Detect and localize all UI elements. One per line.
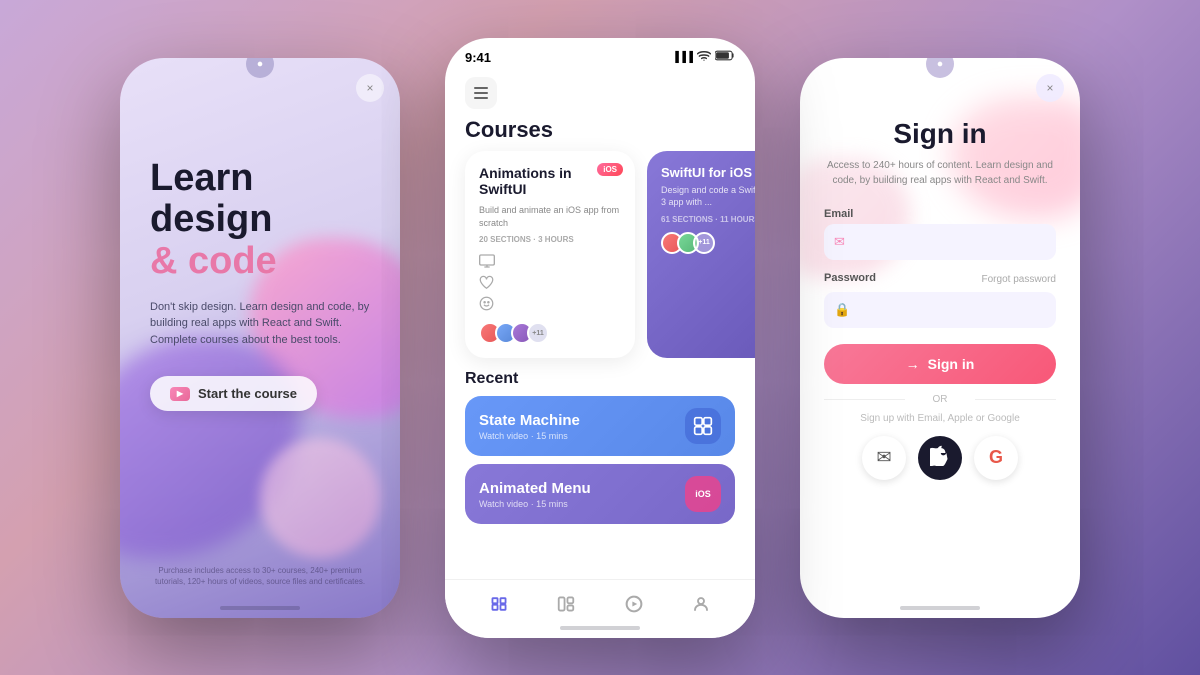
course-desc-2: Design and code a SwiftUI 3 app with ... xyxy=(661,184,755,209)
recent-section: Recent State Machine Watch video · 15 mi… xyxy=(445,358,755,540)
pin-button-left xyxy=(246,58,274,78)
signup-text: Sign up with Email, Apple or Google xyxy=(824,413,1056,424)
phones-container: × Learn design & code Don't skip design.… xyxy=(0,0,1200,675)
phone-left: × Learn design & code Don't skip design.… xyxy=(120,58,400,618)
email-group: Email ✉ xyxy=(824,208,1056,260)
status-time: 9:41 xyxy=(465,50,491,65)
courses-scroll: iOS Animations in SwiftUI Build and anim… xyxy=(445,151,755,359)
google-icon: G xyxy=(989,447,1003,468)
monitor-icon xyxy=(479,254,621,271)
nav-play[interactable] xyxy=(620,590,648,618)
phone-right: × Sign in Access to 240+ hours of conten… xyxy=(800,58,1080,618)
password-group: Password Forgot password 🔒 xyxy=(824,272,1056,328)
recent-card-2[interactable]: Animated Menu Watch video · 15 mins iOS xyxy=(465,464,735,524)
avatar-count: +11 xyxy=(693,232,715,254)
signin-desc: Access to 240+ hours of content. Learn d… xyxy=(824,158,1056,188)
pin-button-right xyxy=(926,58,954,78)
email-social-icon: ✉ xyxy=(876,447,891,468)
close-button-right[interactable]: × xyxy=(1036,74,1064,102)
close-button-left[interactable]: × xyxy=(356,74,384,102)
recent-meta-2: Watch video · 15 mins xyxy=(479,499,591,509)
footnote: Purchase includes access to 30+ courses,… xyxy=(150,565,370,587)
social-google-button[interactable]: G xyxy=(974,436,1018,480)
phone-mid: 9:41 ▐▐▐ xyxy=(445,38,755,638)
recent-icon-2: iOS xyxy=(685,476,721,512)
recent-meta-1: Watch video · 15 mins xyxy=(479,431,580,441)
password-input[interactable] xyxy=(824,292,1056,328)
emoji-icon xyxy=(479,296,621,314)
avatar-count: +11 xyxy=(527,322,549,344)
subtext: Don't skip design. Learn design and code… xyxy=(150,299,370,349)
email-icon: ✉ xyxy=(834,234,845,250)
play-icon: ▶ xyxy=(170,387,190,401)
password-icon: 🔒 xyxy=(834,302,850,318)
status-bar: 9:41 ▐▐▐ xyxy=(445,38,755,69)
heart-icon xyxy=(479,275,621,292)
social-email-button[interactable]: ✉ xyxy=(862,436,906,480)
course-title-2: SwiftUI for iOS 15 xyxy=(661,165,755,180)
password-label: Password xyxy=(824,272,876,284)
wifi-icon xyxy=(697,50,711,64)
recent-icon-1 xyxy=(685,408,721,444)
signin-content: Sign in Access to 240+ hours of content.… xyxy=(824,118,1056,480)
home-indicator-mid xyxy=(560,626,640,630)
course-desc-1: Build and animate an iOS app from scratc… xyxy=(479,204,621,229)
signin-button-label: Sign in xyxy=(928,356,975,372)
hamburger-menu[interactable] xyxy=(465,77,497,109)
apple-icon xyxy=(930,444,950,471)
home-indicator-right xyxy=(900,606,980,610)
start-course-button[interactable]: ▶ Start the course xyxy=(150,376,317,411)
forgot-password-link[interactable]: Forgot password xyxy=(982,274,1056,285)
nav-profile[interactable] xyxy=(687,590,715,618)
course-badge-1: iOS xyxy=(597,163,623,176)
email-input[interactable] xyxy=(824,224,1056,260)
card-actions xyxy=(479,254,621,314)
social-apple-button[interactable] xyxy=(918,436,962,480)
courses-title: Courses xyxy=(445,113,755,151)
battery-icon xyxy=(715,50,735,64)
signin-button[interactable]: → Sign in xyxy=(824,344,1056,384)
course-card-1[interactable]: iOS Animations in SwiftUI Build and anim… xyxy=(465,151,635,359)
home-indicator-left xyxy=(220,606,300,610)
course-meta-1: 20 SECTIONS · 3 HOURS xyxy=(479,235,621,244)
recent-title-2: Animated Menu xyxy=(479,480,591,497)
arrow-icon: → xyxy=(906,356,920,372)
signal-icon: ▐▐▐ xyxy=(672,52,693,63)
recent-title-1: State Machine xyxy=(479,412,580,429)
recent-card-1[interactable]: State Machine Watch video · 15 mins xyxy=(465,396,735,456)
header xyxy=(445,69,755,113)
nav-grid[interactable] xyxy=(552,590,580,618)
email-label: Email xyxy=(824,208,1056,220)
recent-title: Recent xyxy=(465,370,735,388)
course-avatars-1: +11 xyxy=(479,322,621,344)
course-meta-2: 61 SECTIONS · 11 HOURS xyxy=(661,215,755,224)
status-icons: ▐▐▐ xyxy=(672,50,735,64)
or-divider: OR xyxy=(824,394,1056,405)
social-buttons: ✉ G xyxy=(824,436,1056,480)
signin-title: Sign in xyxy=(824,118,1056,150)
nav-home[interactable] xyxy=(485,590,513,618)
headline: Learn design & code xyxy=(150,158,370,283)
course-card-2[interactable]: SwiftUI for iOS 15 Design and code a Swi… xyxy=(647,151,755,359)
